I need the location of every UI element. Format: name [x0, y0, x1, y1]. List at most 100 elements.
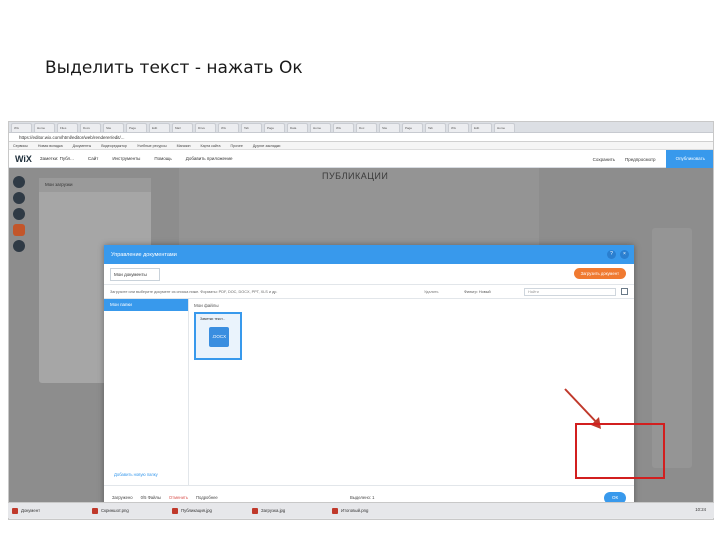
file-icon [172, 507, 178, 514]
ok-highlight-box [575, 423, 665, 479]
add-folder-link[interactable]: Добавить новую папку [114, 472, 158, 477]
browser-tab[interactable]: Drive [195, 123, 216, 132]
slide-title: Выделить текст - нажать Ок [45, 58, 303, 78]
taskbar-item[interactable]: Загрузка.jpg [252, 507, 324, 514]
uploads-count: 0/5 Файлы [140, 495, 161, 500]
taskbar-item[interactable]: Публикация.jpg [172, 507, 244, 514]
file-card[interactable]: Заметки текст... .DOCX [194, 312, 242, 360]
folder-sidebar: Мои папки Добавить новую папку [104, 299, 189, 485]
bookmark-item[interactable]: Учебные ресурсы [137, 142, 167, 149]
upload-status: Загружено 0/5 Файлы Отменить Подробнее [112, 495, 218, 500]
bookmark-item[interactable]: Новая вкладка [38, 142, 63, 149]
taskbar-item[interactable]: Скриншот.png [92, 507, 164, 514]
browser-tab[interactable]: Site [379, 123, 400, 132]
taskbar-clock: 10:24 [695, 507, 706, 512]
file-name: Заметки текст... [200, 317, 226, 321]
selected-count: Выделено: 1 [350, 495, 375, 500]
add-icon[interactable] [13, 192, 25, 204]
browser-tab[interactable]: Wix [333, 123, 354, 132]
bookmark-item[interactable]: Прочее [231, 142, 243, 149]
background-icon[interactable] [13, 208, 25, 220]
uploads-panel-title: Мои загрузки [39, 178, 151, 192]
taskbar-item-label: Скриншот.png [101, 508, 129, 513]
browser-tab[interactable]: Page [264, 123, 285, 132]
bookmarks-bar: Сервисы Новая вкладка Документы Видеоредакт… [9, 142, 713, 150]
search-input[interactable]: Найти [524, 288, 616, 296]
taskbar-item-label: Документ [21, 508, 41, 513]
dialog-header: Управление документами ? × [104, 245, 634, 264]
bookmark-item[interactable]: Видеоредактор [101, 142, 127, 149]
taskbar-item[interactable]: Итоговый.png [332, 507, 404, 514]
taskbar-item-label: Итоговый.png [341, 508, 369, 513]
bookmark-item[interactable]: Магазин [177, 142, 191, 149]
bookmark-item[interactable]: Карта сайта [200, 142, 220, 149]
taskbar-item-label: Загрузка.jpg [261, 508, 286, 513]
preview-button[interactable]: Предпросмотр [625, 157, 656, 162]
publish-button[interactable]: Опубликовать [665, 150, 713, 168]
browser-tab[interactable]: Doc [356, 123, 377, 132]
upload-document-button[interactable]: Загрузить документ [573, 268, 626, 279]
file-icon [12, 507, 18, 514]
files-area: Мои файлы Заметки текст... .DOCX [194, 303, 242, 360]
browser-tab[interactable]: Tab [241, 123, 262, 132]
taskbar-item-label: Публикация.jpg [181, 508, 212, 513]
uploads-label: Загружено [112, 495, 133, 500]
sidebar-item-my-folders[interactable]: Мои папки [104, 299, 188, 311]
browser-tab[interactable]: Page [402, 123, 423, 132]
browser-tab[interactable]: Tab [425, 123, 446, 132]
filter-select[interactable]: Фильтр: Новый [464, 285, 491, 299]
bookmark-item[interactable]: Документы [73, 142, 92, 149]
wix-menu: Сайт Инструменты Помощь Добавить приложе… [88, 156, 233, 161]
menu-item-site[interactable]: Сайт [88, 156, 98, 161]
close-icon[interactable]: × [620, 250, 629, 259]
taskbar-item[interactable]: Документ [12, 507, 84, 514]
dialog-toolbar: Загрузите или выберите документ из списк… [104, 285, 634, 299]
browser-tab[interactable]: Edit [149, 123, 170, 132]
toolbar-hint: Загрузите или выберите документ из списк… [110, 290, 278, 294]
save-button[interactable]: Сохранить [593, 157, 615, 162]
browser-tab-bar: Wix Home Files Docs Site Page Edit Mail Drive Wix… [9, 122, 713, 133]
browser-tab[interactable]: Data [287, 123, 308, 132]
left-toolbar [13, 176, 27, 252]
site-name[interactable]: Заметки: Публ... [40, 156, 74, 161]
browser-tab[interactable]: Edit [471, 123, 492, 132]
files-area-title: Мои файлы [194, 303, 219, 308]
menu-item-tools[interactable]: Инструменты [112, 156, 140, 161]
browser-tab[interactable]: Wix [448, 123, 469, 132]
browser-tab[interactable]: Wix [11, 123, 32, 132]
tab-my-documents[interactable]: Мои документы [110, 268, 160, 281]
file-icon [252, 507, 258, 514]
browser-tab[interactable]: Mail [172, 123, 193, 132]
document-manager-dialog: Управление документами ? × Мои документы… [104, 245, 634, 510]
more-link[interactable]: Подробнее [196, 495, 218, 500]
apps-icon[interactable] [13, 224, 25, 236]
browser-tab[interactable]: Docs [80, 123, 101, 132]
bookmark-item[interactable]: Сервисы [13, 142, 28, 149]
cancel-link[interactable]: Отменить [169, 495, 188, 500]
windows-taskbar: Документ Скриншот.png Публикация.jpg Загруз… [8, 502, 714, 518]
dialog-tabs: Мои документы Загрузить документ [104, 264, 634, 285]
menu-icon[interactable] [13, 176, 25, 188]
browser-tab[interactable]: Files [57, 123, 78, 132]
wix-top-bar: WiX Заметки: Публ... Сайт Инструменты По… [9, 150, 713, 168]
wix-right-actions: Сохранить Предпросмотр Опубликовать [593, 150, 713, 168]
browser-tab[interactable]: Home [34, 123, 55, 132]
browser-tab[interactable]: Page [126, 123, 147, 132]
help-icon[interactable]: ? [607, 250, 616, 259]
address-bar[interactable]: https://editor.wix.com/html/editor/web/r… [9, 133, 713, 142]
browser-tab[interactable]: Wix [218, 123, 239, 132]
wix-logo[interactable]: WiX [15, 154, 32, 164]
slide: Выделить текст - нажать Ок Wix Home Files D… [0, 0, 720, 540]
browser-tab[interactable]: Home [310, 123, 331, 132]
browser-tab[interactable]: Site [103, 123, 124, 132]
media-icon[interactable] [13, 240, 25, 252]
grid-view-icon[interactable] [621, 288, 628, 295]
browser-tab[interactable]: Home [494, 123, 515, 132]
delete-button[interactable]: Удалить [424, 285, 439, 299]
page-heading: ПУБЛИКАЦИИ [322, 171, 389, 181]
menu-item-help[interactable]: Помощь [154, 156, 171, 161]
bookmark-item[interactable]: Другие закладки [253, 142, 281, 149]
docx-icon: .DOCX [209, 327, 229, 347]
dialog-title: Управление документами [111, 251, 177, 258]
menu-item-add-app[interactable]: Добавить приложение [186, 156, 233, 161]
